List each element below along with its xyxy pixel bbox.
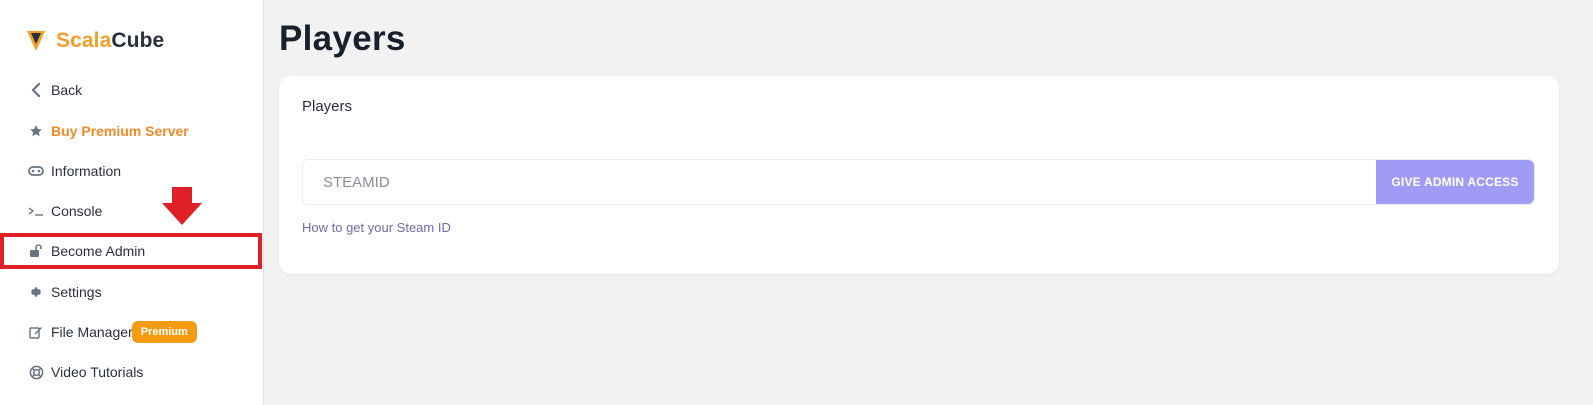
sidebar-item-become-admin[interactable]: Become Admin <box>0 233 262 269</box>
sidebar-item-console[interactable]: Console <box>0 193 262 229</box>
sidebar-item-label: Become Admin <box>51 243 146 259</box>
sidebar: ScalaCube Back Buy Premium Server Inform… <box>0 0 264 405</box>
sidebar-item-label: Back <box>51 82 83 98</box>
sidebar-item-label: Settings <box>51 284 102 300</box>
sidebar-item-information[interactable]: Information <box>0 153 262 189</box>
give-admin-access-button[interactable]: GIVE ADMIN ACCESS <box>1376 160 1534 204</box>
players-card: Players GIVE ADMIN ACCESS How to get you… <box>279 76 1559 274</box>
card-title: Players <box>302 98 353 115</box>
sidebar-item-video-tutorials[interactable]: Video Tutorials <box>0 354 262 390</box>
sidebar-item-label: Information <box>51 163 122 179</box>
red-down-arrow-icon <box>162 187 202 225</box>
edit-icon <box>28 324 44 340</box>
life-ring-icon <box>28 364 44 380</box>
sidebar-item-settings[interactable]: Settings <box>0 274 262 310</box>
brand-name: ScalaCube <box>56 29 165 52</box>
steamid-input[interactable] <box>303 160 1376 204</box>
sidebar-item-label: Buy Premium Server <box>51 123 189 139</box>
unlock-icon <box>28 243 44 259</box>
sidebar-item-buy-premium[interactable]: Buy Premium Server <box>0 113 262 149</box>
premium-badge: Premium <box>131 321 197 343</box>
sidebar-item-back[interactable]: Back <box>0 72 262 108</box>
steam-id-help-link[interactable]: How to get your Steam ID <box>302 220 451 235</box>
scalacube-logo-icon <box>27 31 45 51</box>
chevron-left-icon <box>28 82 44 98</box>
star-icon <box>28 123 44 139</box>
gear-icon <box>28 284 44 300</box>
gamepad-icon <box>28 163 44 179</box>
page-title: Players <box>279 19 406 58</box>
sidebar-item-label: Video Tutorials <box>51 364 144 380</box>
sidebar-item-file-manager[interactable]: File Manager Premium <box>0 314 262 350</box>
sidebar-item-label: File Manager <box>51 324 133 340</box>
terminal-icon <box>28 203 44 219</box>
brand-logo-link[interactable]: ScalaCube <box>26 29 164 53</box>
steamid-input-group: GIVE ADMIN ACCESS <box>302 159 1535 205</box>
sidebar-item-label: Console <box>51 203 103 219</box>
